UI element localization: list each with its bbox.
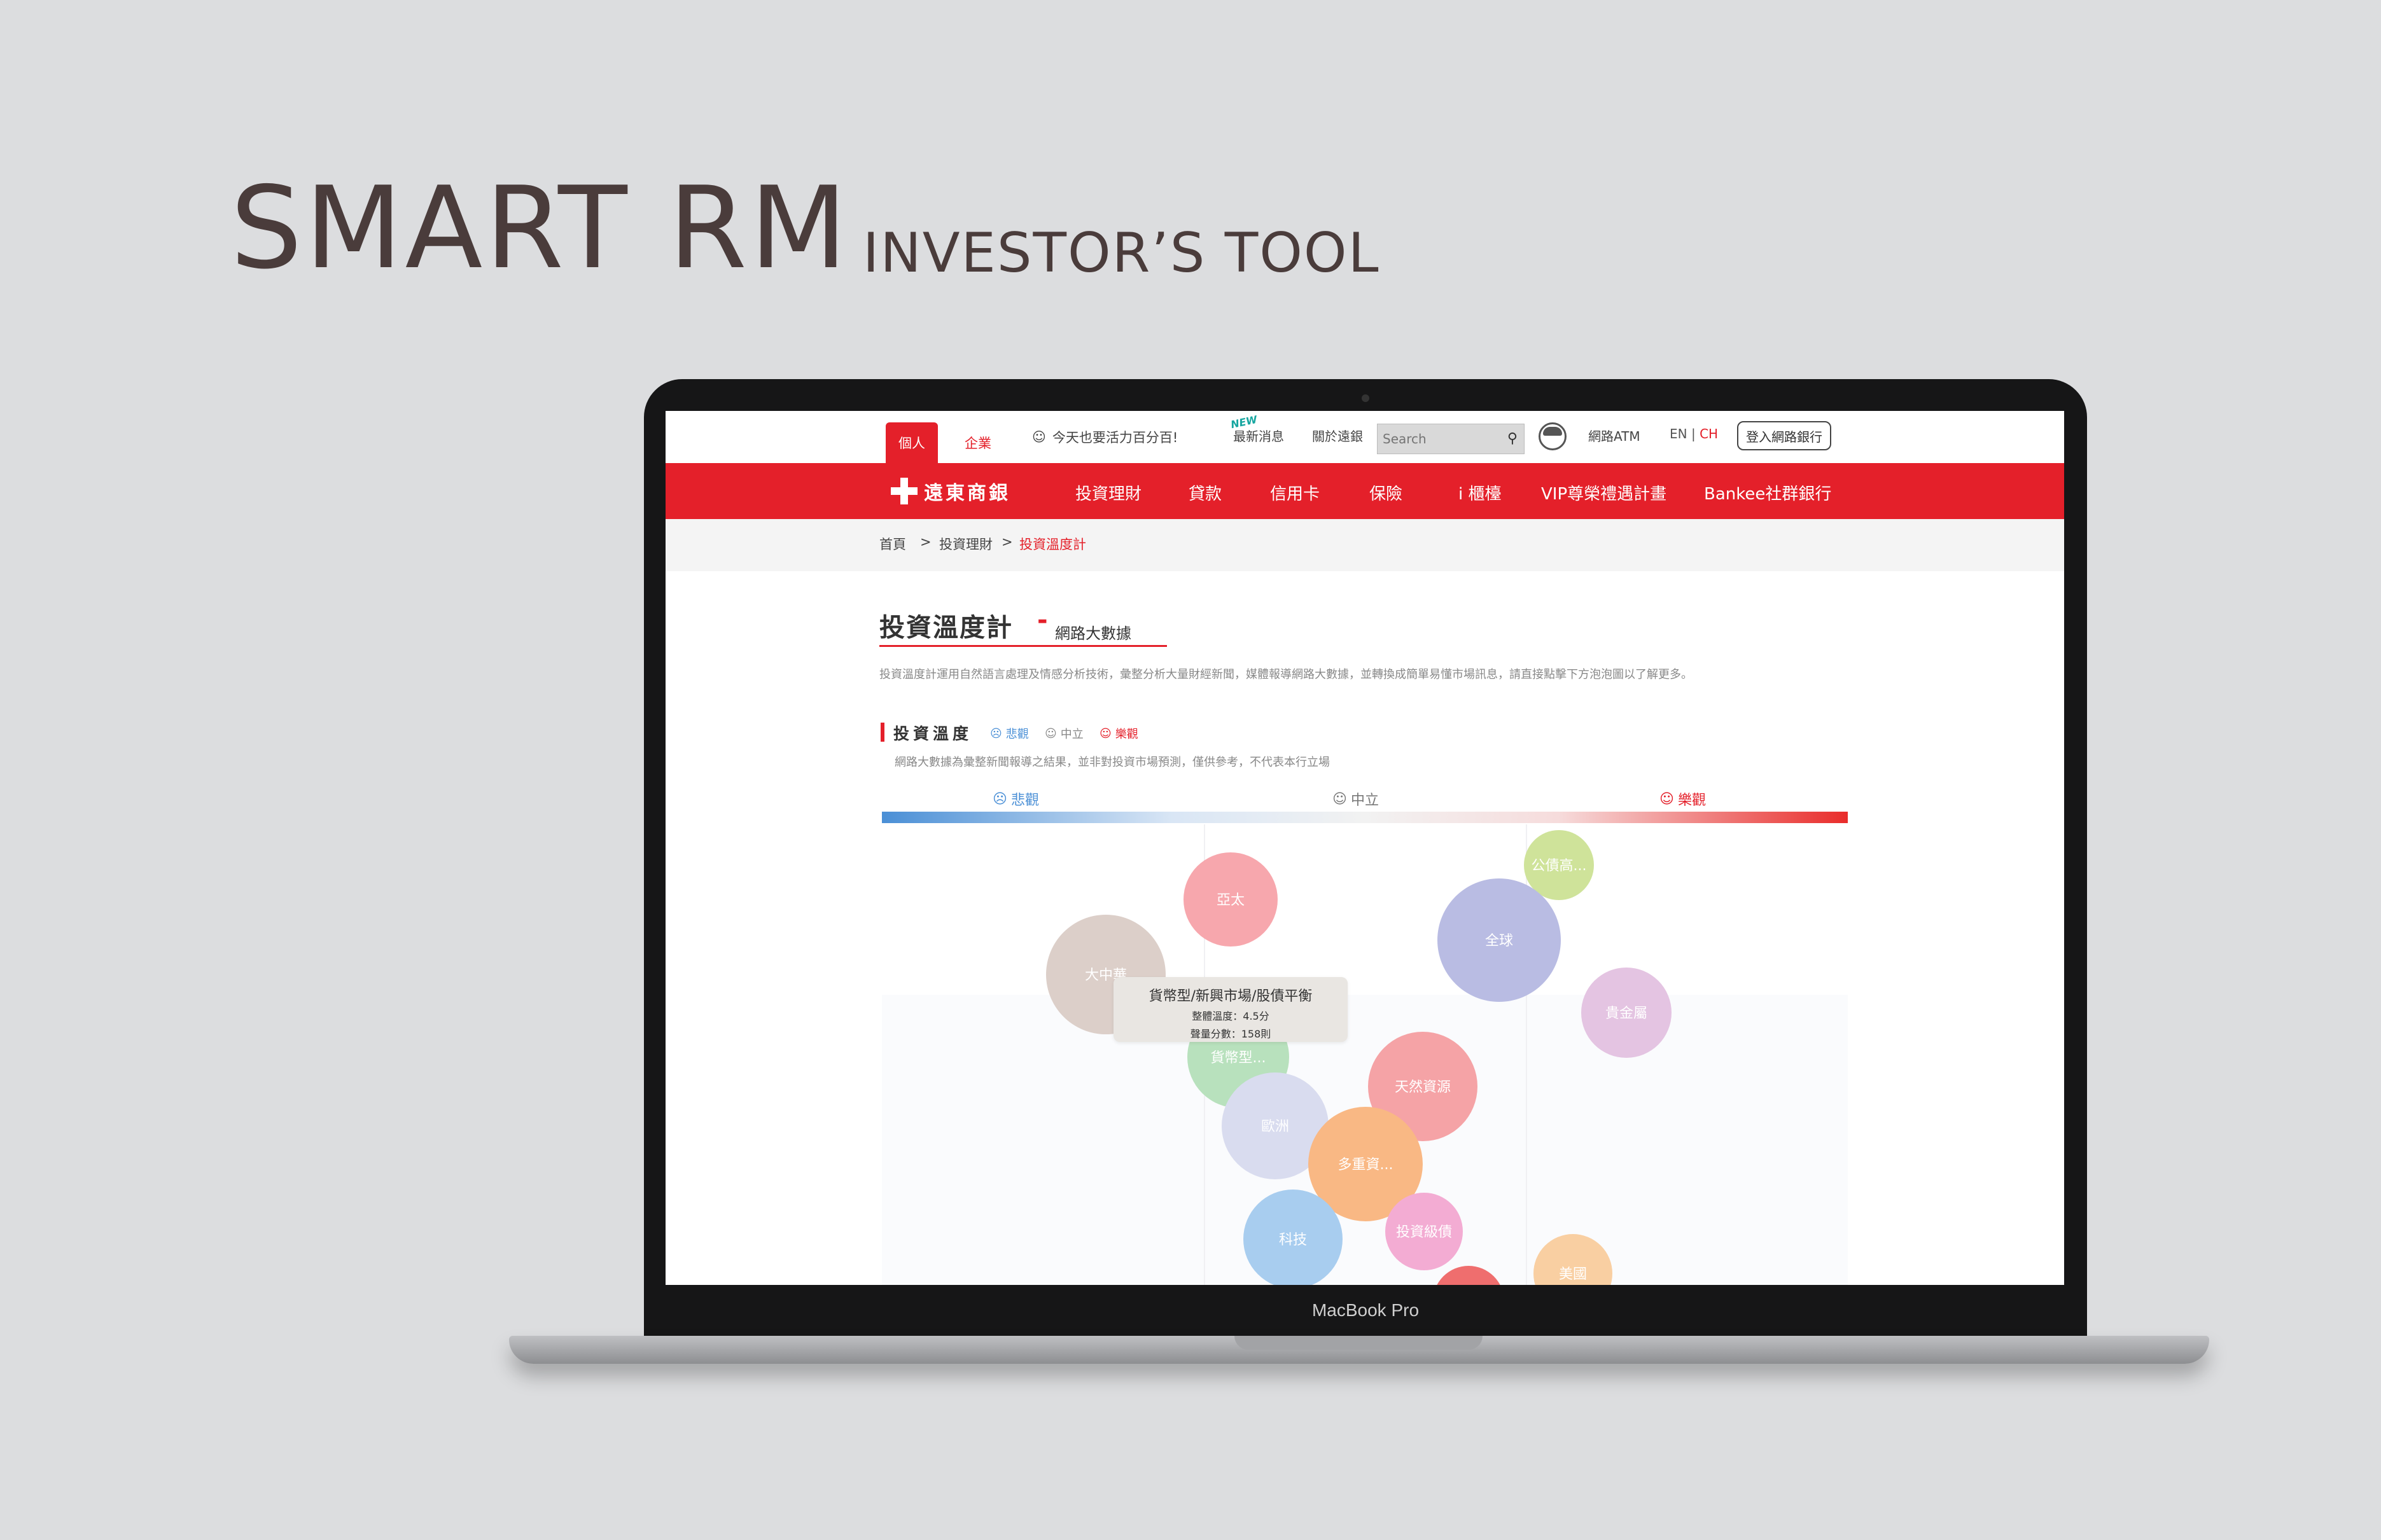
- laptop-notch: [1234, 1336, 1483, 1350]
- tooltip-title: 貨幣型/新興市場/股債平衡: [1149, 989, 1313, 1004]
- bubble-label: 全球: [1485, 933, 1513, 949]
- bubble-label: 科技: [1279, 1232, 1307, 1248]
- bubble-label: 歐洲: [1261, 1119, 1289, 1135]
- bubble-chart: 亞太公債高...全球大中華貴金屬貨幣型...天然資源歐洲多重資...科技 投資級債…: [1046, 830, 1672, 1285]
- bubble-12[interactable]: [1433, 1266, 1504, 1285]
- tooltip-temperature: 整體溫度：4.5分: [1192, 1010, 1269, 1022]
- hero-subtitle: INVESTOR’S TOOL: [863, 221, 1380, 285]
- bubble-11[interactable]: 美國: [1533, 1234, 1612, 1285]
- laptop-label: MacBook Pro: [1311, 1300, 1420, 1320]
- bubble-4[interactable]: 貴金屬: [1581, 968, 1672, 1058]
- bubble-circle[interactable]: [1433, 1266, 1504, 1285]
- bubble-label: 亞太: [1217, 892, 1245, 908]
- camera-icon: [1362, 394, 1369, 402]
- bubble-10[interactable]: 投資級債: [1385, 1193, 1463, 1270]
- browser-screen: 個人 企業 ☺ 今天也要活力百分百! NEW 最新消息 關於遠銀 ⚲ 網路ATM…: [666, 411, 2064, 1285]
- bubble-label: 公債高...: [1532, 858, 1587, 874]
- bubble-label: 多重資...: [1338, 1157, 1393, 1173]
- bubble-0[interactable]: 亞太: [1184, 852, 1278, 947]
- bubble-2[interactable]: 全球: [1437, 878, 1561, 1002]
- bubble-label: 天然資源: [1395, 1079, 1451, 1095]
- bubble-label: 美國: [1559, 1266, 1587, 1282]
- bubble-tooltip: 貨幣型/新興市場/股債平衡 整體溫度：4.5分 聲量分數：158則: [1114, 977, 1348, 1042]
- hero-title: SMART RM: [230, 162, 850, 294]
- bubble-label: 投資級債: [1396, 1224, 1452, 1240]
- bubble-label: 貴金屬: [1605, 1006, 1647, 1022]
- tooltip-volume: 聲量分數：158則: [1190, 1028, 1271, 1040]
- bubble-label: 貨幣型...: [1211, 1050, 1266, 1066]
- bubble-9[interactable]: 科技: [1243, 1190, 1343, 1285]
